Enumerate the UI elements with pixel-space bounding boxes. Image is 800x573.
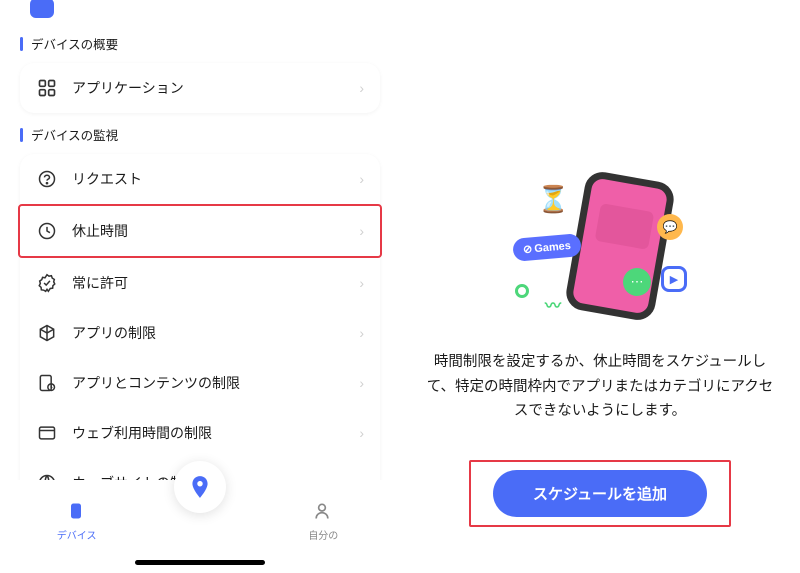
home-indicator: [135, 560, 265, 565]
squiggle-decoration-icon: 〰: [545, 292, 579, 302]
cube-lock-icon: [36, 322, 58, 344]
chat-bubble-icon: 💬: [657, 214, 683, 240]
section-title: デバイスの監視: [31, 125, 118, 144]
menu-label: ウェブ利用時間の制限: [72, 423, 359, 443]
clock-icon: [36, 220, 58, 242]
verified-icon: [36, 272, 58, 294]
menu-web-time-limits[interactable]: ウェブ利用時間の制限 ›: [20, 408, 380, 458]
chevron-right-icon: ›: [359, 425, 364, 441]
menu-label: アプリの制限: [72, 323, 359, 343]
menu-label: リクエスト: [72, 169, 359, 189]
menu-downtime[interactable]: 休止時間 ›: [18, 204, 382, 258]
device-settings-icon: [36, 372, 58, 394]
location-fab[interactable]: [174, 461, 226, 513]
downtime-description: 時間制限を設定するか、休止時間をスケジュールして、特定の時間枠内でアプリまたはカ…: [420, 350, 780, 424]
menu-request[interactable]: リクエスト ›: [20, 154, 380, 204]
section-header-overview: デバイスの概要: [20, 34, 380, 53]
menu-applications[interactable]: アプリケーション ›: [20, 63, 380, 113]
message-dot-icon: ⋯: [623, 268, 651, 296]
section-bar-icon: [20, 128, 23, 142]
chevron-right-icon: ›: [359, 375, 364, 391]
chevron-right-icon: ›: [359, 223, 364, 239]
section-header-monitoring: デバイスの監視: [20, 125, 380, 144]
nav-device[interactable]: デバイス: [17, 501, 137, 542]
add-schedule-button[interactable]: スケジュールを追加: [493, 470, 707, 517]
nav-label: デバイス: [57, 527, 97, 542]
globe-icon: [36, 472, 58, 480]
device-icon: [66, 501, 88, 523]
request-icon: [36, 168, 58, 190]
monitoring-card: リクエスト › 休止時間 › 常に許可 ›: [20, 154, 380, 480]
menu-app-limits[interactable]: アプリの制限 ›: [20, 308, 380, 358]
menu-label: 休止時間: [72, 221, 359, 241]
device-badge-icon: [30, 0, 54, 18]
chevron-right-icon: ›: [359, 171, 364, 187]
menu-app-content-limits[interactable]: アプリとコンテンツの制限 ›: [20, 358, 380, 408]
menu-label: アプリとコンテンツの制限: [72, 373, 359, 393]
menu-label: 常に許可: [72, 273, 359, 293]
browser-icon: [36, 422, 58, 444]
chevron-right-icon: ›: [359, 475, 364, 480]
top-device-card: [20, 0, 380, 18]
play-icon: ▶: [661, 266, 687, 292]
nav-label: 自分の: [308, 527, 338, 542]
chevron-right-icon: ›: [359, 275, 364, 291]
right-panel: ⏳ ⊘Games 💬 ⋯ ▶ 〰 時間制限を設定するか、休止時間をスケジュールし…: [400, 0, 800, 573]
section-bar-icon: [20, 37, 23, 51]
nav-self[interactable]: 自分の: [263, 501, 383, 542]
menu-label: アプリケーション: [72, 78, 359, 98]
overview-card: アプリケーション ›: [20, 63, 380, 113]
menu-always-allow[interactable]: 常に許可 ›: [20, 258, 380, 308]
person-icon: [312, 501, 334, 523]
bottom-nav: デバイス 自分の: [0, 485, 400, 573]
downtime-illustration: ⏳ ⊘Games 💬 ⋯ ▶ 〰: [420, 176, 780, 326]
section-title: デバイスの概要: [31, 34, 118, 53]
chevron-right-icon: ›: [359, 325, 364, 341]
circle-decoration-icon: [515, 284, 529, 298]
hourglass-icon: ⏳: [537, 184, 569, 215]
applications-icon: [36, 77, 58, 99]
left-panel: デバイスの概要 アプリケーション › デバイスの監視: [0, 0, 400, 573]
chevron-right-icon: ›: [359, 80, 364, 96]
cta-highlight-box: スケジュールを追加: [469, 460, 731, 527]
